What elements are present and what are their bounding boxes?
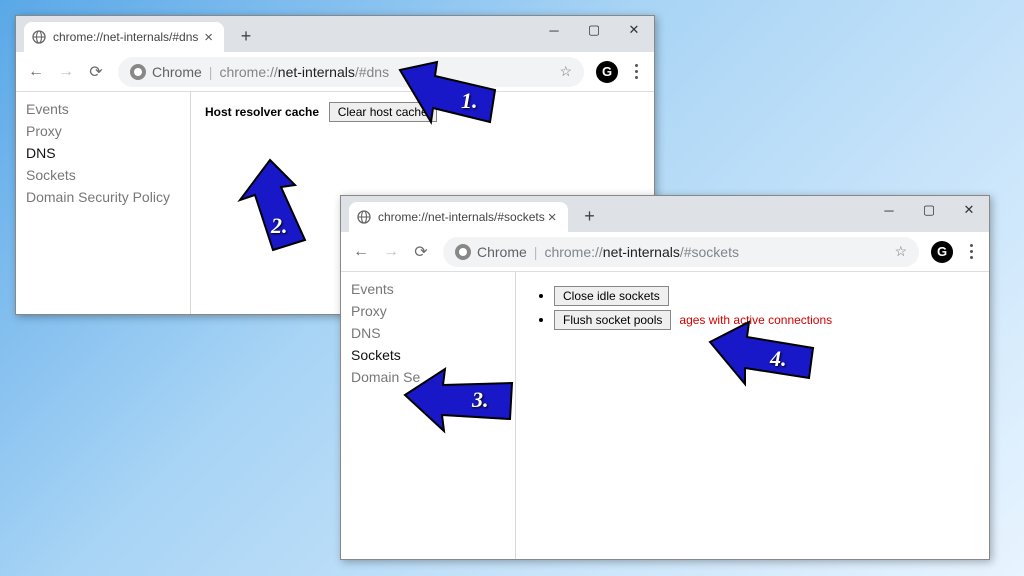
list-item: Flush socket pools ages with active conne… bbox=[554, 310, 975, 330]
close-idle-sockets-button[interactable]: Close idle sockets bbox=[554, 286, 669, 306]
titlebar: chrome://net-internals/#sockets × + ─ ▢ … bbox=[341, 196, 989, 232]
maximize-button[interactable]: ▢ bbox=[574, 16, 614, 44]
warning-text: ages with active connections bbox=[679, 313, 832, 327]
extension-badge[interactable]: G bbox=[596, 61, 618, 83]
tab-close-icon[interactable]: × bbox=[201, 29, 216, 46]
sidebar-item-domain-security[interactable]: Domain Se bbox=[341, 366, 515, 388]
flush-socket-pools-button[interactable]: Flush socket pools bbox=[554, 310, 671, 330]
main-pane: Close idle sockets Flush socket pools age… bbox=[516, 272, 989, 559]
back-button[interactable]: ← bbox=[347, 238, 375, 266]
sidebar-item-events[interactable]: Events bbox=[16, 98, 190, 120]
sidebar-item-dns[interactable]: DNS bbox=[16, 142, 190, 164]
host-resolver-label: Host resolver cache bbox=[205, 105, 319, 119]
globe-icon bbox=[357, 210, 371, 224]
maximize-button[interactable]: ▢ bbox=[909, 196, 949, 224]
extension-badge[interactable]: G bbox=[931, 241, 953, 263]
back-button[interactable]: ← bbox=[22, 58, 50, 86]
clear-host-cache-button[interactable]: Clear host cache bbox=[329, 102, 437, 122]
chrome-window-sockets: chrome://net-internals/#sockets × + ─ ▢ … bbox=[340, 195, 990, 560]
tab-title: chrome://net-internals/#dns bbox=[53, 30, 198, 44]
window-controls: ─ ▢ ✕ bbox=[534, 16, 654, 44]
forward-button[interactable]: → bbox=[377, 238, 405, 266]
close-button[interactable]: ✕ bbox=[614, 16, 654, 44]
sidebar-item-domain-security[interactable]: Domain Security Policy bbox=[16, 186, 190, 208]
sidebar: Events Proxy DNS Sockets Domain Security… bbox=[16, 92, 191, 314]
toolbar: ← → ⟳ Chrome | chrome://net-internals/#d… bbox=[16, 52, 654, 92]
new-tab-button[interactable]: + bbox=[578, 206, 602, 227]
star-icon[interactable]: ☆ bbox=[559, 63, 572, 80]
close-button[interactable]: ✕ bbox=[949, 196, 989, 224]
minimize-button[interactable]: ─ bbox=[869, 196, 909, 224]
globe-icon bbox=[32, 30, 46, 44]
sidebar-item-proxy[interactable]: Proxy bbox=[16, 120, 190, 142]
new-tab-button[interactable]: + bbox=[234, 26, 258, 47]
url-host: net-internals bbox=[603, 244, 680, 260]
toolbar: ← → ⟳ Chrome | chrome://net-internals/#s… bbox=[341, 232, 989, 272]
sidebar-item-proxy[interactable]: Proxy bbox=[341, 300, 515, 322]
reload-button[interactable]: ⟳ bbox=[82, 58, 110, 86]
url-prefix: chrome:// bbox=[219, 64, 277, 80]
browser-tab[interactable]: chrome://net-internals/#sockets × bbox=[349, 202, 568, 232]
sidebar-item-sockets[interactable]: Sockets bbox=[341, 344, 515, 366]
url-prefix: chrome:// bbox=[544, 244, 602, 260]
list-item: Close idle sockets bbox=[554, 286, 975, 306]
sidebar-item-dns[interactable]: DNS bbox=[341, 322, 515, 344]
star-icon[interactable]: ☆ bbox=[894, 243, 907, 260]
titlebar: chrome://net-internals/#dns × + ─ ▢ ✕ bbox=[16, 16, 654, 52]
omnibox-label: Chrome bbox=[477, 244, 527, 260]
forward-button[interactable]: → bbox=[52, 58, 80, 86]
menu-button[interactable] bbox=[624, 60, 648, 83]
page-content: Events Proxy DNS Sockets Domain Se Close… bbox=[341, 272, 989, 559]
url-suffix: /#dns bbox=[355, 64, 389, 80]
url-host: net-internals bbox=[278, 64, 355, 80]
sidebar-item-events[interactable]: Events bbox=[341, 278, 515, 300]
menu-button[interactable] bbox=[959, 240, 983, 263]
chrome-icon bbox=[455, 244, 471, 260]
tab-close-icon[interactable]: × bbox=[545, 209, 560, 226]
minimize-button[interactable]: ─ bbox=[534, 16, 574, 44]
tab-title: chrome://net-internals/#sockets bbox=[378, 210, 545, 224]
sidebar: Events Proxy DNS Sockets Domain Se bbox=[341, 272, 516, 559]
browser-tab[interactable]: chrome://net-internals/#dns × bbox=[24, 22, 224, 52]
sidebar-item-sockets[interactable]: Sockets bbox=[16, 164, 190, 186]
omnibox-label: Chrome bbox=[152, 64, 202, 80]
address-bar[interactable]: Chrome | chrome://net-internals/#sockets… bbox=[443, 237, 919, 267]
url-suffix: /#sockets bbox=[680, 244, 739, 260]
reload-button[interactable]: ⟳ bbox=[407, 238, 435, 266]
address-bar[interactable]: Chrome | chrome://net-internals/#dns ☆ bbox=[118, 57, 584, 87]
chrome-icon bbox=[130, 64, 146, 80]
window-controls: ─ ▢ ✕ bbox=[869, 196, 989, 224]
